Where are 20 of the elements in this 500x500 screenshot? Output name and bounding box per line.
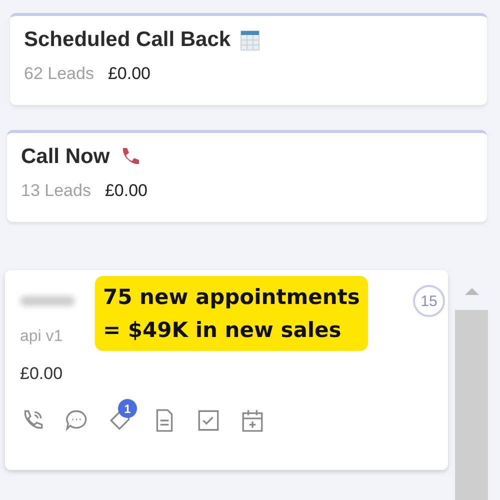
calendar-plus-icon[interactable] xyxy=(240,408,265,433)
scrollbar-thumb[interactable] xyxy=(455,310,488,500)
lead-count: 13 Leads xyxy=(21,181,91,201)
scroll-up-icon[interactable] xyxy=(464,288,478,295)
count-badge: 1 xyxy=(118,399,137,418)
lead-source: api v1 xyxy=(20,328,63,346)
promo-toast: 75 new appointments = $49K in new sales xyxy=(95,276,368,352)
blurred-name xyxy=(20,296,75,306)
stage-amount: £0.00 xyxy=(108,64,150,84)
task-icon[interactable] xyxy=(196,408,221,433)
stage-title: Scheduled Call Back xyxy=(24,28,231,52)
count-badge: 15 xyxy=(413,285,445,317)
stage-card[interactable]: Call Now 13 Leads £0.00 xyxy=(7,130,487,222)
calendar-icon xyxy=(238,28,261,52)
stage-card[interactable]: Scheduled Call Back 62 Leads £0.00 xyxy=(10,13,487,105)
stage-title: Call Now xyxy=(21,145,110,169)
chat-icon[interactable] xyxy=(64,408,89,433)
lead-count: 62 Leads xyxy=(24,64,94,84)
lead-amount: £0.00 xyxy=(20,364,63,384)
stage-amount: £0.00 xyxy=(104,181,148,201)
